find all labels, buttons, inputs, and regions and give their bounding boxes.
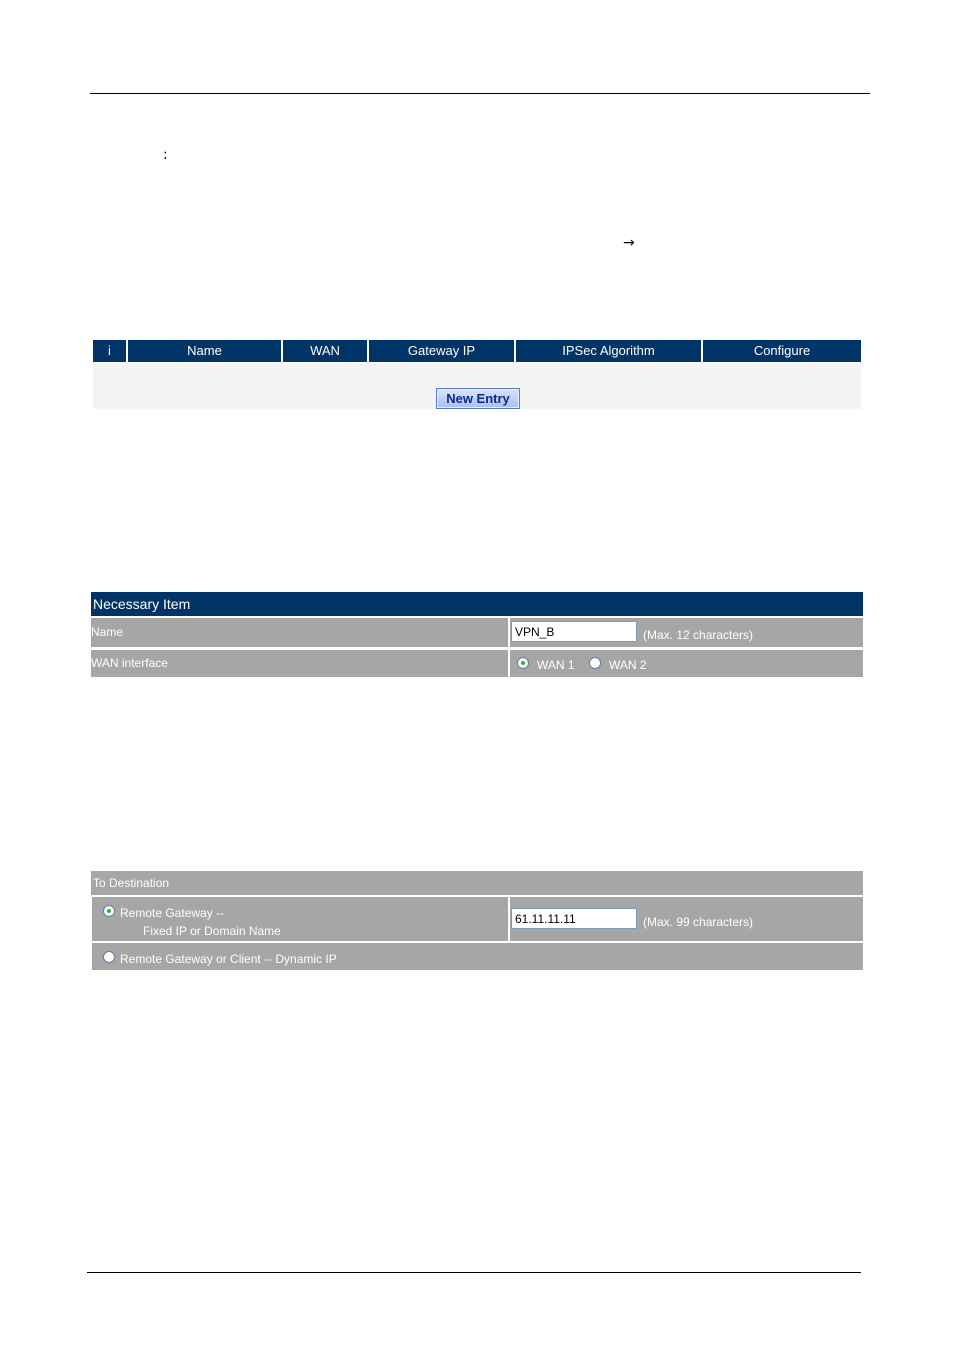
wan1-radio[interactable] [517, 657, 529, 669]
column-header-wan: WAN [283, 340, 367, 362]
remote-gateway-dynamic-label[interactable]: Remote Gateway or Client -- Dynamic IP [120, 952, 337, 966]
name-label-cell: Name [91, 618, 508, 647]
name-input[interactable] [511, 621, 637, 642]
wan-label-cell: WAN interface [91, 650, 508, 677]
wan1-label[interactable]: WAN 1 [537, 658, 575, 672]
column-header-configure: Configure [703, 340, 861, 362]
to-destination-header: To Destination [91, 871, 863, 895]
colon-glyph: : [163, 147, 168, 163]
name-hint: (Max. 12 characters) [643, 628, 754, 642]
remote-gateway-fixed-radio[interactable] [103, 905, 115, 917]
footer-rule [87, 1272, 861, 1273]
name-label: Name [91, 625, 124, 639]
column-header-name: Name [128, 340, 281, 362]
remote-gateway-fixed-sublabel: Fixed IP or Domain Name [143, 924, 281, 938]
wan2-radio[interactable] [589, 657, 601, 669]
column-header-gateway-ip: Gateway IP [369, 340, 514, 362]
wan2-label[interactable]: WAN 2 [609, 658, 647, 672]
column-header-ipsec-algorithm: IPSec Algorithm [516, 340, 701, 362]
remote-gateway-fixed-label[interactable]: Remote Gateway -- [120, 906, 224, 920]
remote-gateway-hint: (Max. 99 characters) [643, 915, 754, 929]
header-rule [90, 93, 870, 94]
arrow-icon: → [623, 235, 635, 251]
remote-gateway-input[interactable] [511, 908, 637, 929]
remote-gateway-dynamic-radio[interactable] [103, 951, 115, 963]
necessary-item-header: Necessary Item [91, 592, 863, 616]
wan-interface-label: WAN interface [91, 656, 168, 670]
new-entry-button[interactable]: New Entry [436, 388, 520, 409]
policy-table-header: i Name WAN Gateway IP IPSec Algorithm Co… [93, 340, 861, 362]
column-header-index: i [93, 340, 126, 362]
